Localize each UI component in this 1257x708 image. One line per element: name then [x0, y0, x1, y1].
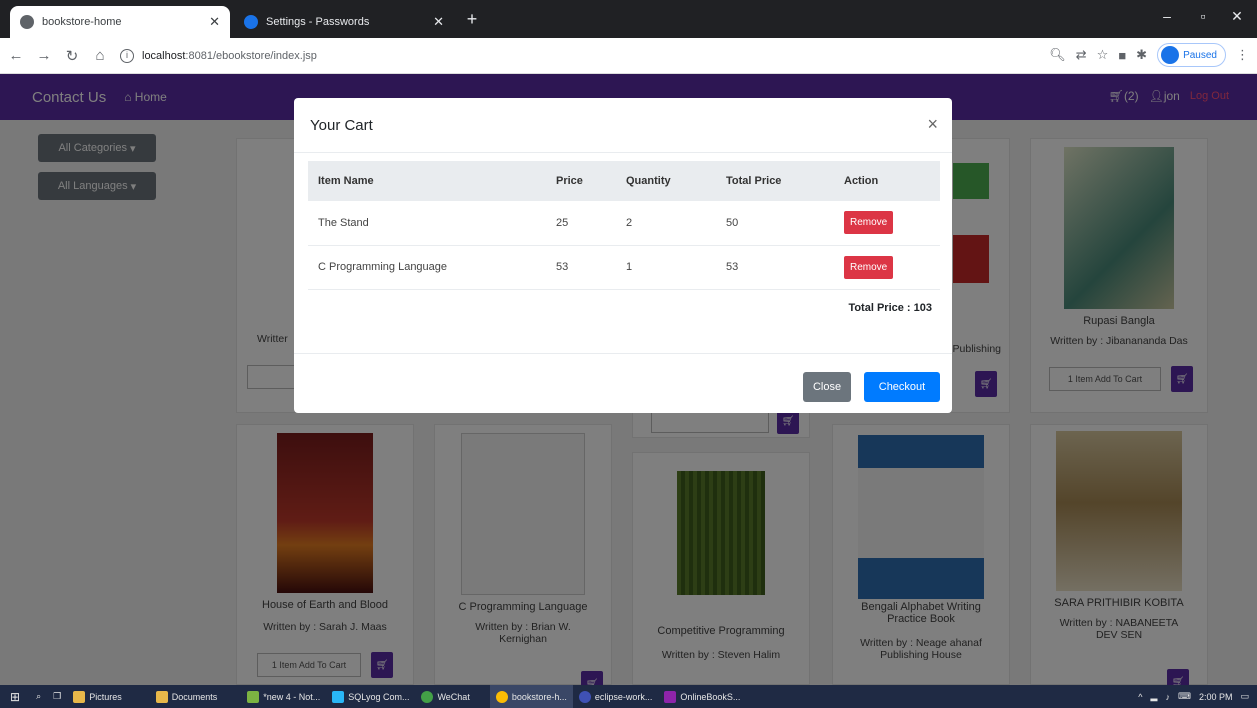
item-quantity: 1 — [616, 245, 716, 290]
remove-button[interactable]: Remove — [844, 211, 894, 235]
browser-toolbar: ← → ↻ ⌂ i localhost:8081/ebookstore/inde… — [0, 38, 1257, 74]
chevron-up-icon[interactable]: ^ — [1138, 692, 1142, 702]
column-header: Price — [546, 161, 616, 201]
taskbar-item-notepad[interactable]: *new 4 - Not... — [241, 685, 326, 708]
menu-kebab-icon[interactable]: ⋮ — [1236, 47, 1249, 63]
notifications-icon[interactable]: ▭ — [1240, 691, 1249, 702]
item-action: Remove — [834, 245, 940, 290]
tab-title: bookstore-home — [42, 16, 122, 28]
url-path: :8081/ebookstore/index.jsp — [185, 49, 317, 62]
taskbar-item-onlinebooks[interactable]: OnlineBookS... — [658, 685, 746, 708]
extension-icon[interactable]: ■ — [1118, 48, 1126, 63]
table-row: C Programming Language 53 1 53 Remove — [308, 245, 940, 290]
taskbar-item-pictures[interactable]: Pictures — [67, 685, 128, 708]
taskbar-label: OnlineBookS... — [680, 691, 741, 702]
taskbar-item-eclipse[interactable]: eclipse-work... — [573, 685, 659, 708]
folder-icon — [155, 690, 168, 703]
item-action: Remove — [834, 201, 940, 246]
item-name: C Programming Language — [308, 245, 546, 290]
forward-arrow-icon[interactable]: → — [32, 47, 56, 64]
item-name: The Stand — [308, 201, 546, 246]
modal-header: Your Cart × — [294, 98, 952, 153]
taskbar-item-sqlyog[interactable]: SQLyog Com... — [326, 685, 415, 708]
modal-title: Your Cart — [310, 117, 373, 134]
tab-bookstore-home[interactable]: bookstore-home ✕ — [10, 6, 230, 38]
puzzle-icon[interactable]: ✱ — [1136, 47, 1147, 63]
cart-table: Item Name Price Quantity Total Price Act… — [308, 161, 940, 290]
clock[interactable]: 2:00 PM — [1199, 692, 1233, 702]
settings-gear-icon — [244, 15, 258, 29]
tab-title: Settings - Passwords — [266, 16, 370, 28]
avatar — [1161, 46, 1180, 64]
app-icon — [664, 690, 677, 703]
wechat-icon — [421, 690, 434, 703]
taskbar-item-bookstore[interactable]: bookstore-h... — [489, 685, 573, 708]
taskbar-label: SQLyog Com... — [348, 691, 410, 702]
page: Contact Us ⌂ Home 🛒︎(2) 👤︎jon Log Out Al… — [0, 74, 1257, 685]
window-close-icon[interactable]: ✕ — [1222, 8, 1252, 25]
item-total: 50 — [716, 201, 834, 246]
taskbar-item-documents[interactable]: Documents — [150, 685, 224, 708]
table-row: The Stand 25 2 50 Remove — [308, 201, 940, 246]
windows-taskbar: ⊞ ⌕ ❒ Pictures Documents *new 4 - Not...… — [0, 685, 1257, 708]
network-icon[interactable]: ▂ — [1151, 691, 1158, 702]
search-icon[interactable]: ⌕ — [30, 685, 47, 708]
translate-icon[interactable]: ⇄ — [1076, 47, 1087, 63]
start-windows-icon[interactable]: ⊞ — [0, 685, 30, 708]
taskbar-label: Documents — [171, 691, 218, 702]
close-tab-icon[interactable]: ✕ — [209, 14, 220, 30]
modal-footer: Close Checkout — [294, 353, 952, 413]
eclipse-icon — [578, 690, 591, 703]
column-header: Total Price — [716, 161, 834, 201]
minimize-icon[interactable]: – — [1152, 8, 1182, 24]
keyboard-icon[interactable]: ⌨ — [1178, 691, 1191, 702]
toolbar-actions: 🔍︎ ⇄ ☆ ■ ✱ Paused ⋮ — [1049, 43, 1249, 67]
volume-icon[interactable]: ♪ — [1165, 692, 1170, 702]
task-view-icon[interactable]: ❒ — [47, 685, 67, 708]
taskbar-label: WeChat — [437, 691, 470, 702]
remove-button[interactable]: Remove — [844, 255, 894, 279]
address-bar[interactable]: i localhost:8081/ebookstore/index.jsp — [120, 43, 940, 69]
tab-settings-passwords[interactable]: Settings - Passwords ✕ — [234, 6, 454, 38]
globe-icon — [20, 15, 34, 29]
bookmark-star-icon[interactable]: ☆ — [1097, 47, 1109, 63]
sqlyog-icon — [332, 690, 345, 703]
close-tab-icon[interactable]: ✕ — [433, 14, 444, 30]
zoom-icon[interactable]: 🔍︎ — [1049, 47, 1066, 63]
browser-tabstrip: bookstore-home ✕ Settings - Passwords ✕ … — [0, 0, 1257, 38]
item-price: 25 — [546, 201, 616, 246]
home-icon[interactable]: ⌂ — [88, 47, 112, 64]
system-tray: ^ ▂ ♪ ⌨ 2:00 PM ▭ — [1138, 685, 1249, 708]
notepad-icon — [247, 690, 260, 703]
table-header-row: Item Name Price Quantity Total Price Act… — [308, 161, 940, 201]
item-total: 53 — [716, 245, 834, 290]
chrome-icon — [495, 690, 508, 703]
column-header: Action — [834, 161, 940, 201]
column-header: Quantity — [616, 161, 716, 201]
taskbar-label: *new 4 - Not... — [263, 691, 321, 702]
cart-modal: Your Cart × Item Name Price Quantity Tot… — [294, 98, 952, 413]
taskbar-label: eclipse-work... — [594, 691, 653, 702]
close-button[interactable]: Close — [803, 372, 851, 402]
back-arrow-icon[interactable]: ← — [4, 47, 28, 64]
checkout-button[interactable]: Checkout — [864, 372, 940, 402]
item-price: 53 — [546, 245, 616, 290]
maximize-icon[interactable]: ▫ — [1188, 8, 1218, 24]
new-tab-plus-icon[interactable]: + — [460, 9, 484, 30]
info-icon[interactable]: i — [120, 48, 134, 63]
modal-close-icon[interactable]: × — [927, 114, 938, 135]
cart-total-price: Total Price : 103 — [848, 302, 932, 314]
profile-button[interactable]: Paused — [1157, 43, 1226, 67]
url-host: localhost — [142, 49, 186, 62]
item-quantity: 2 — [616, 201, 716, 246]
taskbar-label: bookstore-h... — [511, 691, 567, 702]
reload-icon[interactable]: ↻ — [60, 47, 84, 65]
taskbar-item-wechat[interactable]: WeChat — [415, 685, 475, 708]
folder-icon — [73, 690, 86, 703]
column-header: Item Name — [308, 161, 546, 201]
profile-status: Paused — [1183, 49, 1217, 61]
taskbar-label: Pictures — [89, 691, 122, 702]
